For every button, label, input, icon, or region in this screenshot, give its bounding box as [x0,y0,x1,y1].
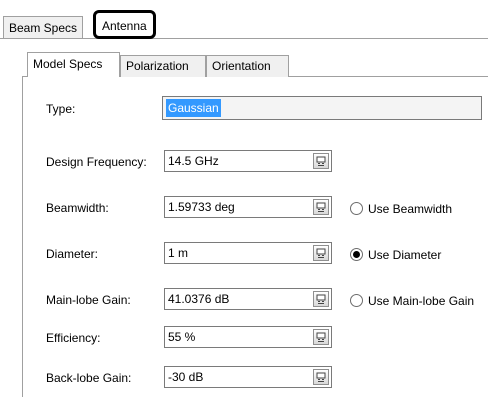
efficiency-label: Efficiency: [46,331,101,345]
back-lobe-gain-field[interactable]: -30 dB [164,366,332,388]
use-main-lobe-gain-radio[interactable]: Use Main-lobe Gain [350,290,474,310]
main-lobe-gain-label: Main-lobe Gain: [46,293,131,307]
diameter-value: 1 m [168,246,189,260]
type-select[interactable]: Gaussian [162,96,482,120]
use-main-lobe-gain-label: Use Main-lobe Gain [368,293,475,308]
type-label: Type: [46,102,76,116]
calculator-icon [316,294,326,304]
model-specs-panel [22,76,488,397]
tab-beam-specs[interactable]: Beam Specs [3,16,84,38]
design-frequency-value: 14.5 GHz [168,154,219,168]
beamwidth-unit-button[interactable] [313,199,329,215]
design-frequency-unit-button[interactable] [313,153,329,169]
tab-beam-specs-label: Beam Specs [9,21,78,35]
efficiency-field[interactable]: 55 % [164,326,332,348]
main-lobe-gain-unit-button[interactable] [313,291,329,307]
design-frequency-field[interactable]: 14.5 GHz [164,150,332,172]
beamwidth-field[interactable]: 1.59733 deg [164,196,332,218]
use-beamwidth-label: Use Beamwidth [368,201,453,216]
diameter-label: Diameter: [46,247,99,261]
tab-model-specs[interactable]: Model Specs [27,52,120,77]
use-diameter-label: Use Diameter [368,247,442,262]
tab-orientation[interactable]: Orientation [206,55,289,77]
beamwidth-label: Beamwidth: [46,201,109,215]
tab-polarization[interactable]: Polarization [120,55,206,77]
radio-circle-selected [350,248,363,262]
beamwidth-value: 1.59733 deg [168,200,235,214]
calculator-icon [316,156,326,166]
tab-orientation-label: Orientation [212,59,271,73]
main-lobe-gain-field[interactable]: 41.0376 dB [164,288,332,310]
back-lobe-gain-value: -30 dB [168,370,204,384]
design-frequency-label: Design Frequency: [46,155,147,169]
calculator-icon [316,248,326,258]
calculator-icon [316,332,326,342]
tab-polarization-label: Polarization [126,59,189,73]
radio-circle [350,294,363,308]
calculator-icon [316,372,326,382]
tab-antenna-label: Antenna [102,19,147,33]
diameter-unit-button[interactable] [313,245,329,261]
use-diameter-radio[interactable]: Use Diameter [350,244,441,264]
back-lobe-gain-label: Back-lobe Gain: [46,371,132,385]
efficiency-unit-button[interactable] [313,329,329,345]
calculator-icon [316,202,326,212]
main-lobe-gain-value: 41.0376 dB [168,292,230,306]
diameter-field[interactable]: 1 m [164,242,332,264]
radio-circle [350,202,363,216]
efficiency-value: 55 % [168,330,196,344]
back-lobe-gain-unit-button[interactable] [313,369,329,385]
use-beamwidth-radio[interactable]: Use Beamwidth [350,198,452,218]
tab-antenna[interactable]: Antenna [93,10,156,39]
tab-model-specs-label: Model Specs [33,57,103,71]
type-value: Gaussian [166,99,221,117]
